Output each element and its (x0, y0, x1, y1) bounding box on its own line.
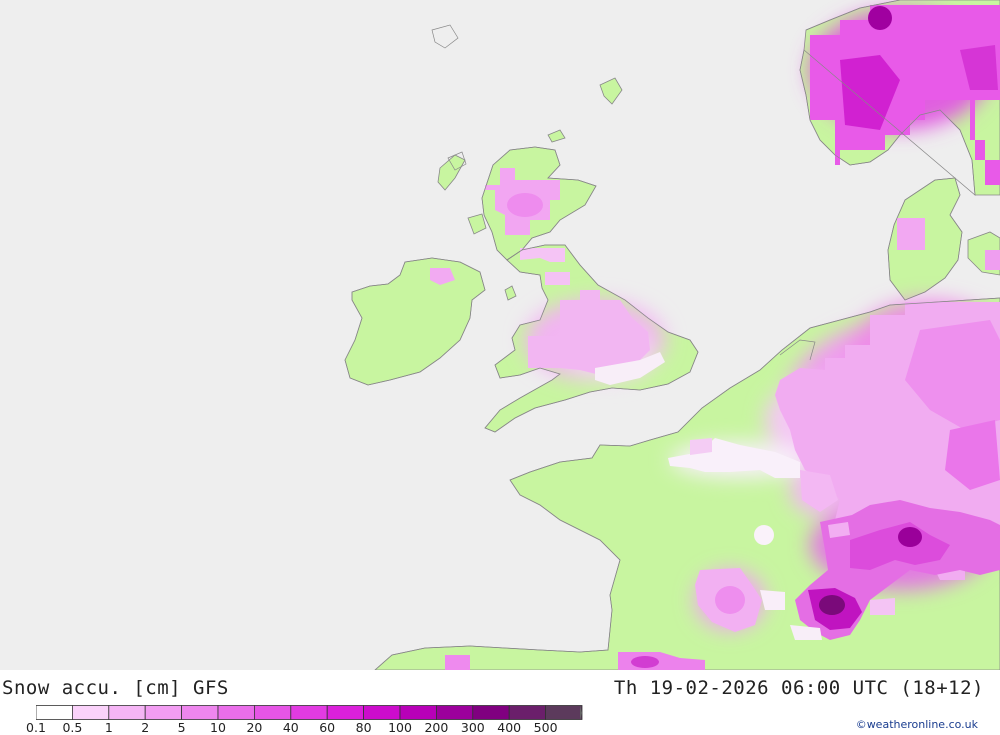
forecast-datetime: Th 19-02-2026 06:00 UTC (18+12) (613, 677, 984, 699)
legend-swatch (545, 705, 583, 720)
legend-tick-labels: 0.1 0.5 1 2 5 10 20 40 60 80 100 200 300 400 500 (0, 720, 600, 735)
legend-swatch (108, 705, 146, 720)
map-canvas (344, 0, 1000, 670)
legend-swatch (181, 705, 219, 720)
legend-swatch (363, 705, 401, 720)
shetland-land (599, 77, 623, 105)
orkney-land (547, 129, 566, 143)
legend-swatch (508, 705, 547, 720)
legend-swatch (217, 705, 255, 720)
legend-swatch (36, 705, 73, 720)
snow-accumulation-map[interactable] (0, 0, 1000, 670)
legend-swatch (72, 705, 110, 720)
legend-swatch (290, 705, 328, 720)
ireland-land (344, 257, 486, 386)
credit-link[interactable]: ©weatheronline.co.uk (856, 718, 978, 731)
legend-swatches (36, 705, 583, 720)
legend-swatch (253, 705, 292, 720)
hebrides-land (437, 154, 466, 191)
legend-swatch (435, 705, 474, 720)
isle-of-man-land (504, 285, 517, 301)
legend-swatch (399, 705, 437, 720)
legend-swatch (472, 705, 510, 720)
islay-land (467, 213, 487, 235)
legend-swatch (144, 705, 182, 720)
color-legend (36, 705, 584, 721)
legend-swatch (326, 705, 365, 720)
map-title: Snow accu. [cm] GFS (2, 677, 229, 699)
